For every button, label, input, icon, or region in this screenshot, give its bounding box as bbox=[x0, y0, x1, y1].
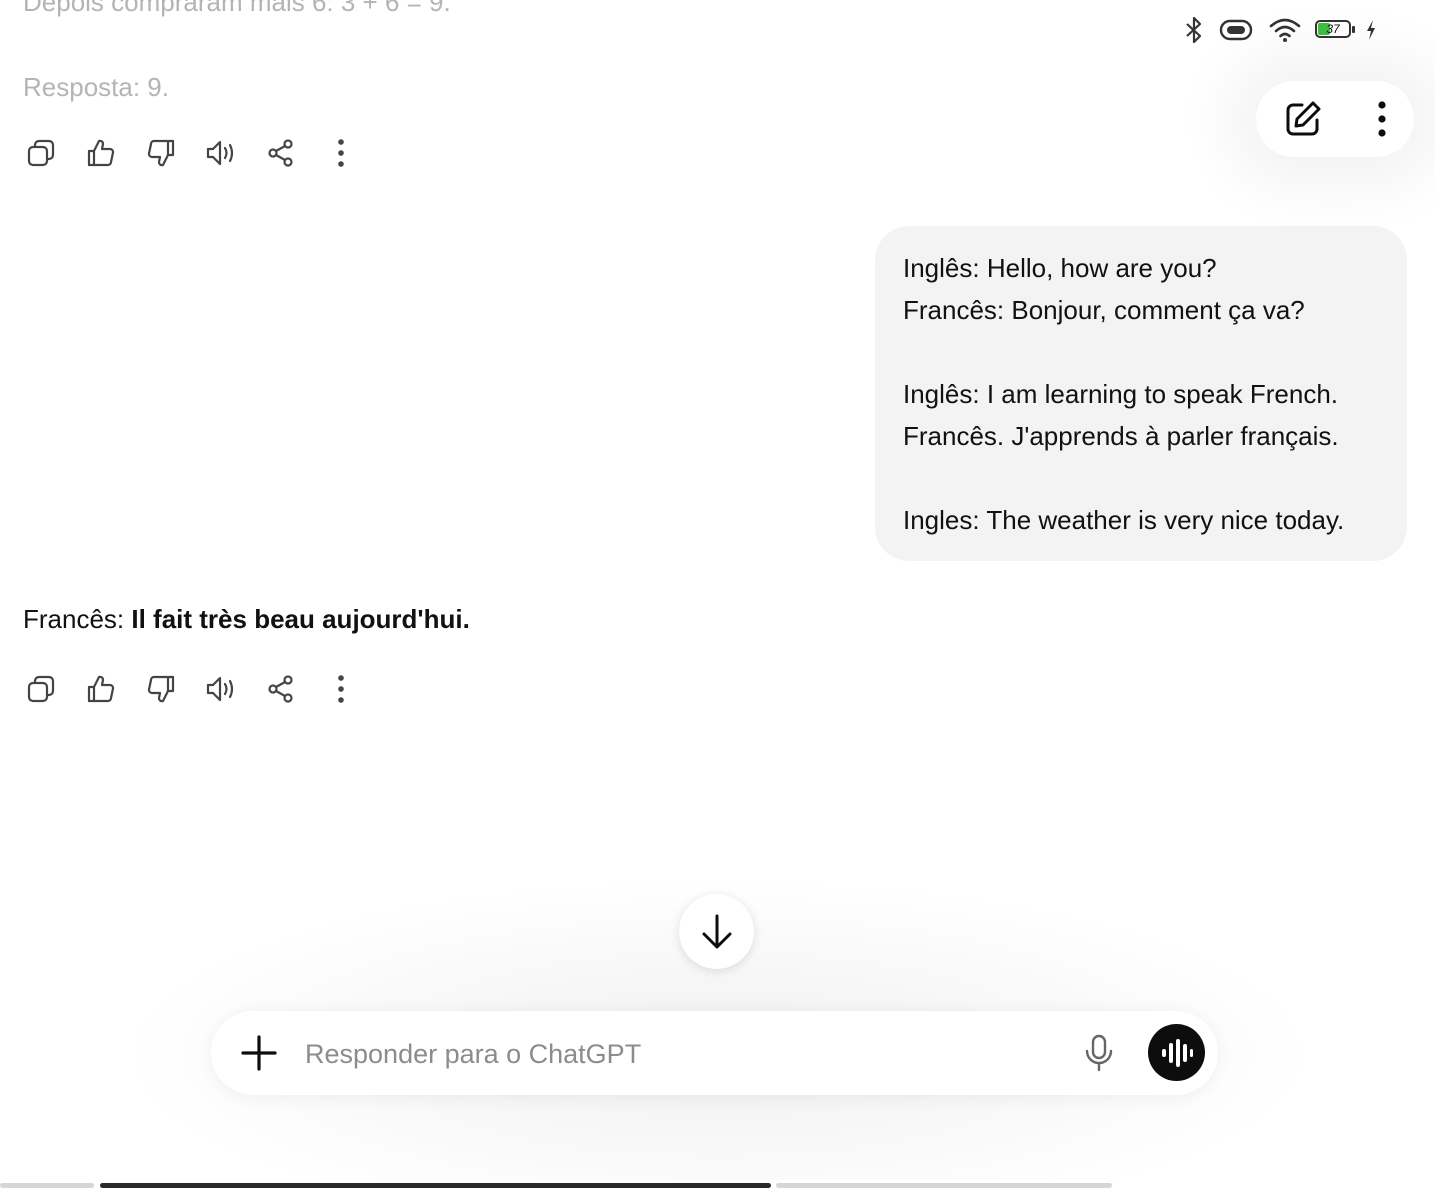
scroll-track-left bbox=[0, 1183, 94, 1188]
user-message-line: Inglês: I am learning to speak French. bbox=[903, 379, 1339, 409]
share-button[interactable] bbox=[263, 135, 299, 171]
read-aloud-button[interactable] bbox=[203, 671, 239, 707]
voice-mode-button[interactable] bbox=[1148, 1024, 1205, 1081]
copy-icon bbox=[27, 675, 55, 703]
microphone-icon bbox=[1085, 1034, 1113, 1072]
copy-icon bbox=[27, 139, 55, 167]
new-chat-button[interactable] bbox=[1284, 100, 1322, 138]
more-icon bbox=[338, 675, 344, 703]
new-chat-icon bbox=[1286, 101, 1320, 136]
message-more-button[interactable] bbox=[323, 135, 359, 171]
read-aloud-icon bbox=[206, 140, 234, 166]
assistant-reply: Francês: Il fait très beau aujourd'hui. bbox=[23, 604, 470, 635]
user-message-line: Francês: Bonjour, comment ça va? bbox=[903, 295, 1305, 325]
plus-icon bbox=[241, 1035, 277, 1071]
user-message-line: Ingles: The weather is very nice today. bbox=[903, 505, 1345, 535]
share-button[interactable] bbox=[263, 671, 299, 707]
charging-bolt-icon bbox=[1367, 20, 1375, 40]
header-actions bbox=[1256, 81, 1414, 157]
wifi-icon bbox=[1269, 18, 1301, 42]
battery-level: 37 bbox=[1326, 22, 1340, 36]
answer-label: Resposta: bbox=[23, 72, 148, 102]
share-icon bbox=[268, 675, 293, 703]
battery-icon: 37 bbox=[1315, 20, 1357, 40]
message-actions bbox=[23, 671, 359, 707]
thumbs-up-button[interactable] bbox=[83, 135, 119, 171]
thumbs-down-icon bbox=[147, 675, 175, 703]
read-aloud-button[interactable] bbox=[203, 135, 239, 171]
read-aloud-icon bbox=[206, 676, 234, 702]
reply-translation: Il fait très beau aujourd'hui. bbox=[131, 604, 470, 634]
answer-value: 9. bbox=[147, 72, 169, 102]
thumbs-up-button[interactable] bbox=[83, 671, 119, 707]
share-icon bbox=[268, 139, 293, 167]
scroll-track-right bbox=[776, 1183, 1112, 1188]
message-actions bbox=[23, 135, 359, 171]
message-more-button[interactable] bbox=[323, 671, 359, 707]
thumbs-down-icon bbox=[147, 139, 175, 167]
scroll-thumb[interactable] bbox=[100, 1183, 771, 1188]
more-options-icon bbox=[1377, 101, 1386, 137]
previous-reply-answer: Resposta: 9. bbox=[23, 72, 169, 103]
user-message-line: Inglês: Hello, how are you? bbox=[903, 253, 1217, 283]
battery-saver-icon bbox=[1219, 19, 1253, 41]
scroll-to-bottom-button[interactable] bbox=[679, 894, 754, 969]
status-bar: 37 bbox=[1183, 14, 1377, 46]
reply-prefix: Francês: bbox=[23, 604, 132, 634]
user-message-bubble: Inglês: Hello, how are you? Francês: Bon… bbox=[875, 226, 1407, 561]
user-message-line bbox=[903, 331, 1379, 373]
copy-button[interactable] bbox=[23, 135, 59, 171]
more-options-button[interactable] bbox=[1377, 101, 1387, 137]
thumbs-up-icon bbox=[87, 675, 115, 703]
user-message-line: Francês. J'apprends à parler français. bbox=[903, 421, 1339, 451]
add-attachment-button[interactable] bbox=[237, 1031, 281, 1075]
thumbs-down-button[interactable] bbox=[143, 671, 179, 707]
composer bbox=[211, 1011, 1218, 1095]
bluetooth-icon bbox=[1186, 16, 1202, 44]
arrow-down-icon bbox=[702, 914, 731, 948]
previous-reply-line: Depois compraram mais 6: 3 + 6 = 9. bbox=[23, 0, 451, 17]
message-input[interactable] bbox=[303, 1027, 1067, 1081]
voice-waveform-icon bbox=[1161, 1038, 1193, 1067]
copy-button[interactable] bbox=[23, 671, 59, 707]
thumbs-down-button[interactable] bbox=[143, 135, 179, 171]
user-message-line bbox=[903, 457, 1379, 499]
bottom-fade bbox=[0, 760, 1435, 1180]
dictation-button[interactable] bbox=[1079, 1033, 1119, 1073]
more-icon bbox=[338, 139, 344, 167]
thumbs-up-icon bbox=[87, 139, 115, 167]
